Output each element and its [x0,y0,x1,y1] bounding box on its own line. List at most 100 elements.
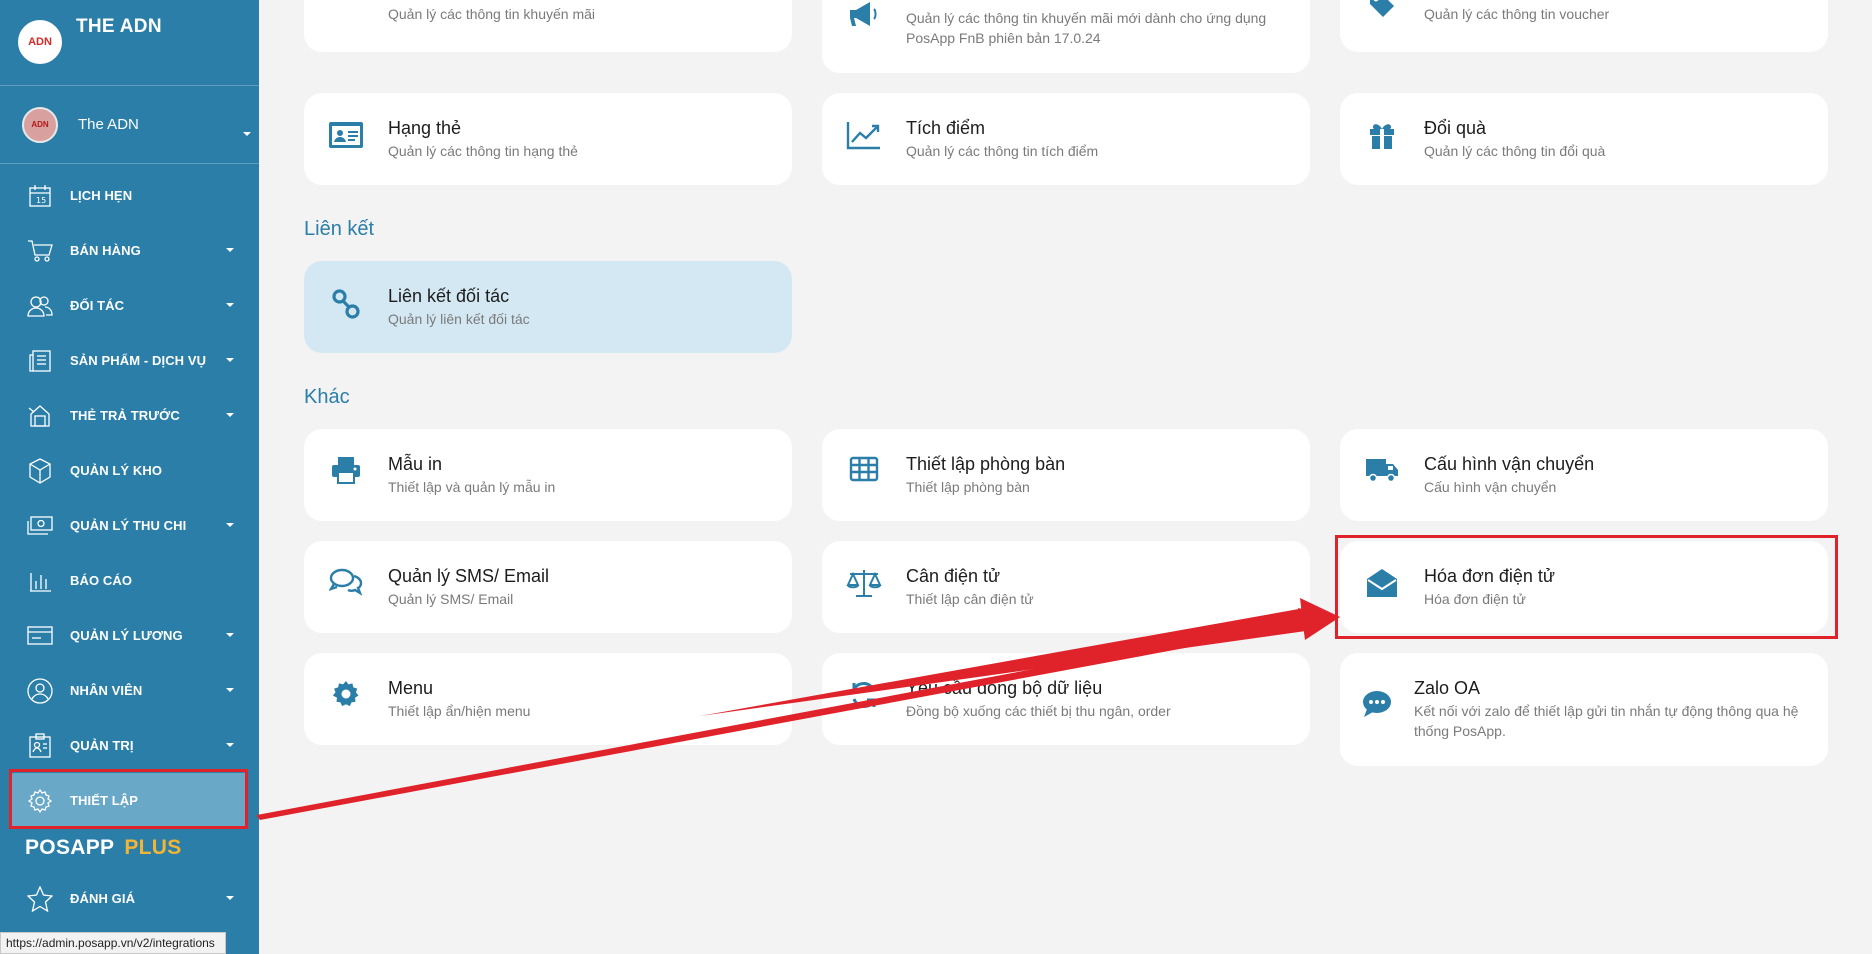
card-khuyen-mai-fnb[interactable]: Quản lý các thông tin khuyến mãi mới dàn… [822,0,1310,73]
card-cau-hinh-van-chuyen[interactable]: Cấu hình vận chuyển Cấu hình vận chuyển [1340,429,1828,521]
megaphone-icon [822,0,906,29]
sidebar-item-quan-ly-luong[interactable]: QUẢN LÝ LƯƠNG [0,608,259,663]
card-mau-in[interactable]: Mẫu in Thiết lập và quản lý mẫu in [304,429,792,521]
card-yeu-cau-dong-bo[interactable]: Yêu cầu đồng bộ dữ liệu Đồng bộ xuống cá… [822,653,1310,745]
card-desc: Quản lý các thông tin hạng thẻ [388,143,578,159]
sidebar-item-doi-tac[interactable]: ĐỐI TÁC [0,278,259,333]
chat-dots-icon [1340,676,1414,718]
svg-text:15: 15 [36,196,46,205]
account-switcher[interactable]: ADN The ADN [0,86,259,164]
sidebar-item-quan-ly-kho[interactable]: QUẢN LÝ KHO [0,443,259,498]
sidebar-item-ban-hang[interactable]: BÁN HÀNG [0,223,259,278]
card-hang-the[interactable]: Hạng thẻ Quản lý các thông tin hạng thẻ [304,93,792,185]
salary-card-icon [26,622,54,650]
table-grid-icon [822,452,906,482]
sidebar-item-bao-cao[interactable]: BÁO CÁO [0,553,259,608]
sidebar-item-label: LỊCH HẸN [70,188,133,203]
card-desc: Thiết lập và quản lý mẫu in [388,479,556,495]
card-title: Liên kết đối tác [388,286,510,306]
main-content: Quản lý các thông tin khuyến mãi Quản lý… [259,0,1872,954]
card-can-dien-tu[interactable]: Cân điện tử Thiết lập cân điện tử [822,541,1310,633]
card-menu[interactable]: Menu Thiết lập ẩn/hiện menu [304,653,792,745]
bar-chart-icon [26,567,54,595]
brand-logo[interactable]: ADN [18,20,62,64]
sidebar-item-the-tra-truoc[interactable]: THẺ TRẢ TRƯỚC [0,388,259,443]
card-desc: Kết nối với zalo để thiết lập gửi tin nh… [1414,703,1799,739]
sync-icon [822,676,906,710]
account-name: The ADN [78,116,139,133]
chevron-down-icon [226,248,234,252]
card-title: Hạng thẻ [388,118,462,138]
sidebar-item-danh-gia[interactable]: ĐÁNH GIÁ [0,871,259,926]
card-desc: Cấu hình vận chuyển [1424,479,1557,495]
chevron-down-icon [226,523,234,527]
card-desc: Thiết lập cân điện tử [906,591,1034,607]
sidebar-nav-bottom: ĐÁNH GIÁ [0,871,259,926]
chevron-down-icon [226,896,234,900]
posapp-plus-heading: POSAPP PLUS [25,836,182,860]
annotation-target-box [1335,535,1838,639]
sidebar-item-label: QUẢN LÝ LƯƠNG [70,628,183,643]
card-voucher[interactable]: Quản lý các thông tin voucher [1340,0,1828,52]
gear-icon [304,676,388,708]
chevron-down-icon [226,688,234,692]
chevron-down-icon [226,358,234,362]
card-title: Quản lý SMS/ Email [388,566,550,586]
card-doi-qua[interactable]: Đổi quà Quản lý các thông tin đổi quà [1340,93,1828,185]
card-thiet-lap-phong-ban[interactable]: Thiết lập phòng bàn Thiết lập phòng bàn [822,429,1310,521]
card-desc: Quản lý các thông tin tích điểm [906,143,1099,159]
sidebar-item-label: SẢN PHẨM - DỊCH VỤ [70,353,207,368]
cart-icon [26,237,54,265]
status-url-bar: https://admin.posapp.vn/v2/integrations [0,932,226,954]
tag-icon [1340,0,1424,19]
card-desc: Quản lý các thông tin voucher [1424,6,1610,22]
card-title: Cân điện tử [906,566,1001,586]
avatar: ADN [22,106,58,143]
section-title-khac: Khác [304,386,350,408]
card-desc: Quản lý liên kết đối tác [388,311,530,327]
sidebar-item-lich-hen[interactable]: 15 LỊCH HẸN [0,168,259,223]
products-icon [26,347,54,375]
sidebar-item-label: ĐỐI TÁC [70,298,125,313]
brand-header: ADN THE ADN [0,0,259,86]
card-desc: Đồng bộ xuống các thiết bị thu ngân, ord… [906,703,1171,719]
chevron-down-icon [226,303,234,307]
scale-icon [822,564,906,598]
card-title: Đổi quà [1424,118,1487,138]
truck-icon [1340,452,1424,484]
card-title: Thiết lập phòng bàn [906,454,1066,474]
sidebar-nav: 15 LỊCH HẸN BÁN HÀNG ĐỐI TÁC SẢN PHẨM - … [0,164,259,828]
id-card-icon [304,116,388,150]
annotation-highlight-box [9,769,248,829]
card-desc: Quản lý các thông tin khuyến mãi mới dàn… [906,10,1267,46]
card-quan-ly-sms-email[interactable]: Quản lý SMS/ Email Quản lý SMS/ Email [304,541,792,633]
card-title: Menu [388,678,434,698]
gift-icon [1340,116,1424,150]
chevron-down-icon [226,633,234,637]
sidebar-item-label: QUẢN LÝ KHO [70,463,163,478]
card-lien-ket-doi-tac[interactable]: Liên kết đối tác Quản lý liên kết đối tá… [304,261,792,353]
chevron-down-icon [226,413,234,417]
prepaid-card-icon [26,402,54,430]
sidebar-item-label: QUẢN TRỊ [70,738,134,753]
sidebar-item-san-pham-dich-vu[interactable]: SẢN PHẨM - DỊCH VỤ [0,333,259,388]
brand-logo-text: ADN [28,36,52,48]
chevron-down-icon [243,132,251,136]
sidebar-item-label: THẺ TRẢ TRƯỚC [70,408,180,423]
user-icon [26,677,54,705]
admin-icon [26,732,54,760]
box-icon [26,457,54,485]
card-title: Cấu hình vận chuyển [1424,454,1595,474]
card-zalo-oa[interactable]: Zalo OA Kết nối với zalo để thiết lập gử… [1340,653,1828,766]
partners-icon [26,292,54,320]
sidebar-item-quan-tri[interactable]: QUẢN TRỊ [0,718,259,773]
card-khuyen-mai[interactable]: Quản lý các thông tin khuyến mãi [304,0,792,52]
sidebar-item-label: QUẢN LÝ THU CHI [70,518,187,533]
trend-line-icon [822,116,906,150]
card-desc: Thiết lập ẩn/hiện menu [388,703,531,719]
section-title-lien-ket: Liên kết [304,218,375,240]
star-icon [26,885,54,913]
card-tich-diem[interactable]: Tích điểm Quản lý các thông tin tích điể… [822,93,1310,185]
sidebar-item-quan-ly-thu-chi[interactable]: QUẢN LÝ THU CHI [0,498,259,553]
sidebar-item-nhan-vien[interactable]: NHÂN VIÊN [0,663,259,718]
